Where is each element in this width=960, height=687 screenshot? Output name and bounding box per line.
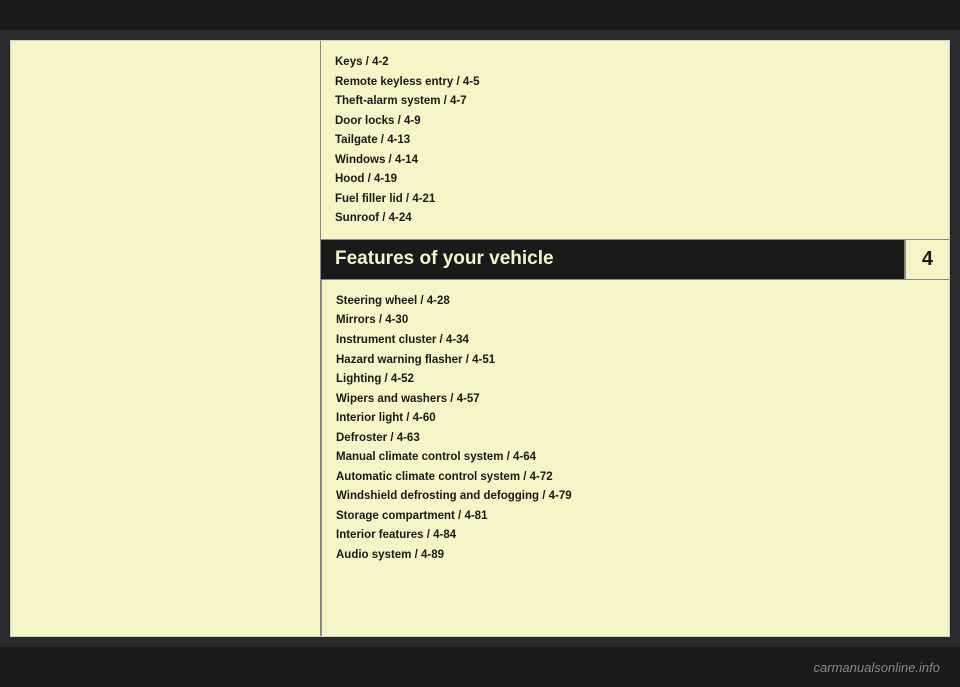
bottom-item: Windshield defrosting and defogging / 4-… xyxy=(336,487,935,507)
right-panel: Keys / 4-2Remote keyless entry / 4-5Thef… xyxy=(321,41,949,636)
bottom-item: Manual climate control system / 4-64 xyxy=(336,448,935,468)
bottom-items-list: Steering wheel / 4-28Mirrors / 4-30Instr… xyxy=(336,292,935,566)
top-item: Theft-alarm system / 4-7 xyxy=(335,92,935,112)
bottom-section: Steering wheel / 4-28Mirrors / 4-30Instr… xyxy=(321,280,949,636)
bottom-item: Defroster / 4-63 xyxy=(336,429,935,449)
bottom-item: Lighting / 4-52 xyxy=(336,370,935,390)
bottom-item: Mirrors / 4-30 xyxy=(336,311,935,331)
chapter-header: Features of your vehicle 4 xyxy=(321,240,949,279)
bottom-item: Interior features / 4-84 xyxy=(336,526,935,546)
page-container: Keys / 4-2Remote keyless entry / 4-5Thef… xyxy=(10,40,950,637)
top-item: Remote keyless entry / 4-5 xyxy=(335,73,935,93)
top-items-list: Keys / 4-2Remote keyless entry / 4-5Thef… xyxy=(335,53,935,229)
bottom-item: Audio system / 4-89 xyxy=(336,546,935,566)
left-panel xyxy=(11,41,321,636)
chapter-title: Features of your vehicle xyxy=(321,240,904,279)
top-section: Keys / 4-2Remote keyless entry / 4-5Thef… xyxy=(321,41,949,240)
top-item: Sunroof / 4-24 xyxy=(335,209,935,229)
top-bar xyxy=(0,0,960,30)
watermark: carmanualsonline.info xyxy=(814,660,940,675)
bottom-item: Wipers and washers / 4-57 xyxy=(336,390,935,410)
top-item: Door locks / 4-9 xyxy=(335,112,935,132)
bottom-item: Steering wheel / 4-28 xyxy=(336,292,935,312)
bottom-item: Interior light / 4-60 xyxy=(336,409,935,429)
top-item: Keys / 4-2 xyxy=(335,53,935,73)
main-content: Keys / 4-2Remote keyless entry / 4-5Thef… xyxy=(0,30,960,647)
top-item: Fuel filler lid / 4-21 xyxy=(335,190,935,210)
chapter-number: 4 xyxy=(904,240,949,279)
bottom-item: Hazard warning flasher / 4-51 xyxy=(336,351,935,371)
bottom-bar: carmanualsonline.info xyxy=(0,647,960,687)
top-item: Hood / 4-19 xyxy=(335,170,935,190)
bottom-item: Automatic climate control system / 4-72 xyxy=(336,468,935,488)
top-item: Windows / 4-14 xyxy=(335,151,935,171)
bottom-item: Instrument cluster / 4-34 xyxy=(336,331,935,351)
top-item: Tailgate / 4-13 xyxy=(335,131,935,151)
bottom-item: Storage compartment / 4-81 xyxy=(336,507,935,527)
